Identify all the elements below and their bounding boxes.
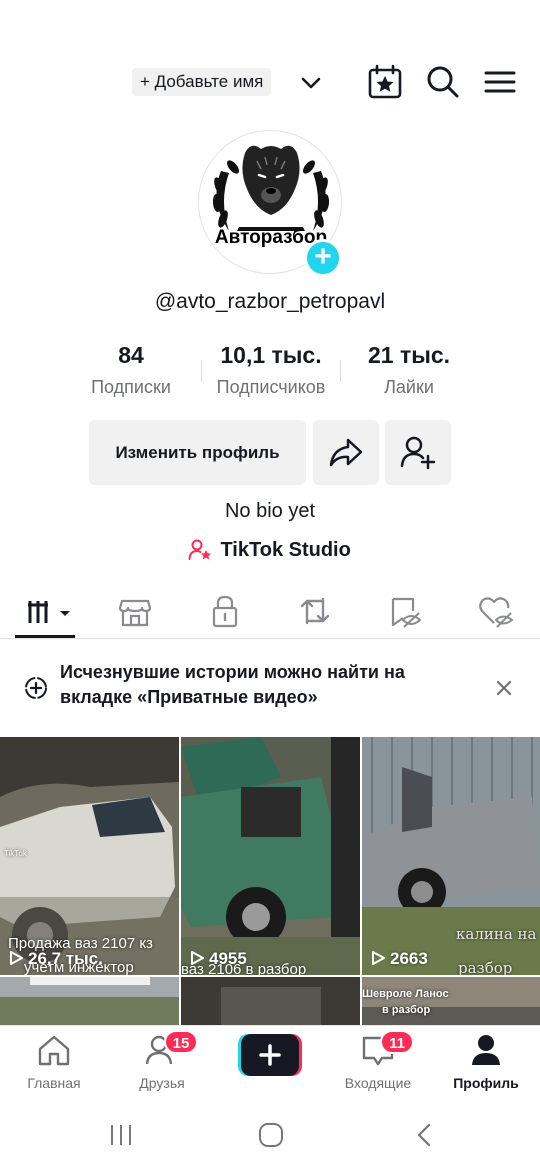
shop-icon xyxy=(118,599,152,627)
add-user-icon xyxy=(400,436,436,470)
view-count: 26,7 тыс. xyxy=(8,949,103,969)
profile-icon xyxy=(472,1035,500,1065)
system-navigation-bar xyxy=(0,1100,540,1170)
view-count-value: 4955 xyxy=(209,949,247,968)
back-icon[interactable] xyxy=(412,1122,438,1148)
video-caption: Шевроле Ланос xyxy=(362,988,449,1000)
studio-label: TikTok Studio xyxy=(220,538,351,561)
tab-active-indicator xyxy=(15,635,75,638)
nav-label: Входящие xyxy=(344,1075,412,1091)
stat-label: Подписки xyxy=(91,377,171,397)
plus-icon xyxy=(238,1034,302,1076)
stat-likes[interactable]: 21 тыс. Лайки xyxy=(355,342,463,398)
username: @avto_razbor_petropavl xyxy=(154,290,386,313)
bottom-navigation: Главная 15 Друзья 11 Входящие Профиль xyxy=(0,1025,540,1100)
add-avatar-button[interactable]: + xyxy=(304,239,342,277)
tab-private[interactable] xyxy=(205,593,245,629)
stat-value: 10,1 тыс. xyxy=(220,342,322,368)
share-arrow-icon xyxy=(329,438,363,467)
share-profile-button[interactable] xyxy=(313,420,379,485)
nav-profile[interactable]: Профиль xyxy=(436,1034,536,1091)
profile-tabs xyxy=(0,587,540,639)
video-thumbnail-image xyxy=(181,737,360,975)
close-icon[interactable] xyxy=(492,676,516,700)
chevron-down-icon[interactable] xyxy=(298,70,324,96)
video-caption: калина на xyxy=(456,925,537,943)
stat-following[interactable]: 84 Подписки xyxy=(80,342,182,398)
recent-apps-icon[interactable] xyxy=(108,1122,134,1148)
stat-divider xyxy=(340,360,341,382)
tab-shop[interactable] xyxy=(115,593,155,629)
menu-icon[interactable] xyxy=(482,64,518,100)
friends-badge: 15 xyxy=(164,1030,198,1054)
saved-hidden-icon xyxy=(391,597,422,628)
view-count: 4955 xyxy=(189,949,247,969)
top-bar: + Добавьте имя xyxy=(0,60,540,104)
home-button-icon[interactable] xyxy=(258,1122,284,1148)
video-thumbnail[interactable]: Шевроле Ланос в разбор xyxy=(362,977,540,1027)
add-name-button[interactable]: + Добавьте имя xyxy=(132,68,272,96)
play-icon xyxy=(10,951,23,965)
tab-liked[interactable] xyxy=(476,593,516,629)
nav-label: Друзья xyxy=(139,1075,185,1091)
video-thumbnail[interactable]: калина на разбор 2663 xyxy=(362,737,540,975)
liked-hidden-icon xyxy=(479,597,514,628)
home-icon xyxy=(38,1035,70,1066)
nav-label: Главная xyxy=(27,1075,81,1091)
video-thumbnail[interactable]: ваз 2106 в разбор 4955 xyxy=(181,737,360,975)
stat-divider xyxy=(201,360,202,382)
calendar-star-icon[interactable] xyxy=(367,64,403,100)
private-videos-notice: Исчезнувшие истории можно найти на вклад… xyxy=(0,658,540,718)
search-icon[interactable] xyxy=(425,64,461,100)
nav-inbox[interactable]: 11 Входящие xyxy=(328,1030,428,1091)
view-count-value: 2663 xyxy=(390,949,428,968)
play-icon xyxy=(191,951,204,965)
video-caption: разбор xyxy=(458,959,513,975)
create-button[interactable] xyxy=(238,1034,302,1076)
studio-user-star-icon xyxy=(188,539,211,560)
play-icon xyxy=(372,951,385,965)
video-caption: в разбор xyxy=(382,1004,431,1016)
video-thumbnail[interactable] xyxy=(181,977,360,1027)
tab-videos[interactable] xyxy=(26,593,76,629)
tab-saved[interactable] xyxy=(385,593,425,629)
repost-icon xyxy=(300,597,330,625)
add-friend-button[interactable] xyxy=(385,420,451,485)
lock-icon xyxy=(212,595,238,628)
stat-label: Подписчиков xyxy=(216,377,326,397)
nav-friends[interactable]: 15 Друзья xyxy=(112,1030,212,1091)
notice-text: Исчезнувшие истории можно найти на вклад… xyxy=(60,662,405,707)
video-thumbnail-image xyxy=(181,977,360,1027)
tab-reposts[interactable] xyxy=(295,593,335,629)
video-grid: TikTok Продажа ваз 2107 кз учетм инжекто… xyxy=(0,737,540,1027)
edit-profile-button[interactable]: Изменить профиль xyxy=(89,420,306,485)
stat-value: 21 тыс. xyxy=(367,342,451,368)
inbox-badge: 11 xyxy=(380,1030,414,1054)
video-thumbnail[interactable] xyxy=(0,977,179,1027)
video-thumbnail-image xyxy=(0,977,179,1027)
video-thumbnail[interactable]: TikTok Продажа ваз 2107 кз учетм инжекто… xyxy=(0,737,179,975)
nav-home[interactable]: Главная xyxy=(4,1034,104,1091)
view-count: 2663 xyxy=(370,949,428,969)
view-count-value: 26,7 тыс. xyxy=(28,949,103,968)
video-thumbnail-image xyxy=(362,977,540,1027)
stat-value: 84 xyxy=(118,342,144,368)
tiktok-studio-link[interactable]: TikTok Studio xyxy=(188,538,351,564)
story-plus-icon xyxy=(25,677,47,699)
nav-label: Профиль xyxy=(453,1075,519,1091)
videos-grid-icon xyxy=(28,601,70,623)
stat-followers[interactable]: 10,1 тыс. Подписчиков xyxy=(203,342,339,398)
bio-text[interactable]: No bio yet xyxy=(0,500,540,523)
tiktok-watermark: TikTok xyxy=(4,849,27,858)
stat-label: Лайки xyxy=(384,377,434,397)
